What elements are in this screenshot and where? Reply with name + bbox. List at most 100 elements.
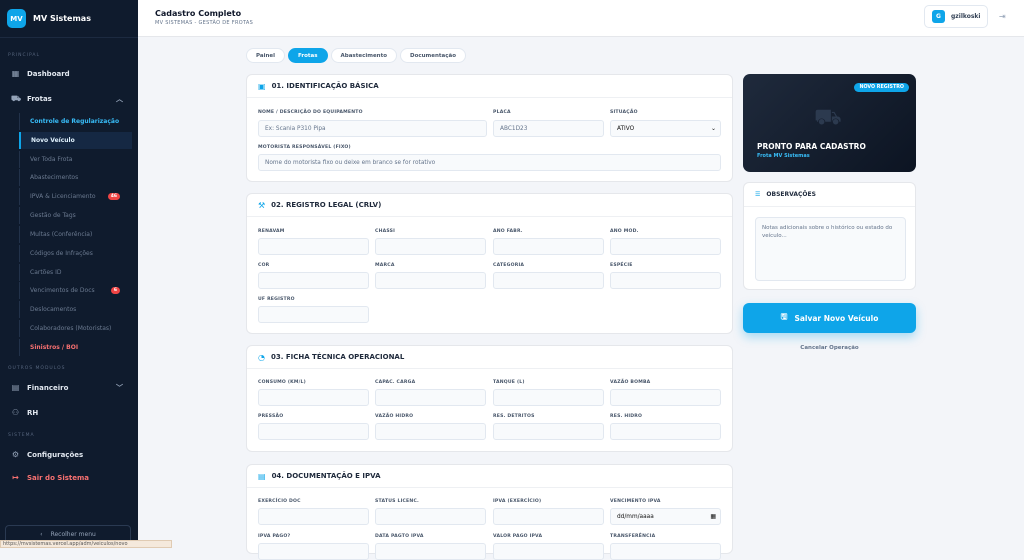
logout-icon[interactable]: ⇥: [999, 12, 1006, 21]
sub-multas[interactable]: Multas (Conferência): [19, 226, 132, 243]
save-vehicle-button[interactable]: 🖫 Salvar Novo Veículo: [743, 303, 916, 333]
list-icon: ☰: [755, 191, 761, 198]
sub-colaboradores[interactable]: Colaboradores (Motoristas): [19, 320, 132, 337]
observacoes-title: OBSERVAÇÕES: [766, 191, 816, 198]
descricao-input[interactable]: Ex: Scania P310 Pipa: [258, 120, 487, 137]
calendar-icon[interactable]: ▦: [710, 513, 716, 520]
sub-ver-toda-frota[interactable]: Ver Toda Frota: [19, 151, 132, 168]
nav-sair[interactable]: ↦ Sair do Sistema: [5, 469, 132, 486]
label-data-pagto-ipva: DATA PAGTO IPVA: [375, 534, 424, 539]
sub-sinistros[interactable]: Sinistros / BOI: [19, 339, 132, 356]
label-capac-carga: CAPAC. CARGA: [375, 380, 416, 385]
nav-frotas-label: Frotas: [27, 94, 52, 103]
ano-fabr-input[interactable]: [493, 238, 604, 255]
card-header: ◔ 03. FICHA TÉCNICA OPERACIONAL: [247, 346, 732, 369]
card-header: ▤ 04. DOCUMENTAÇÃO E IPVA: [247, 465, 732, 488]
logout-icon: ↦: [12, 473, 19, 482]
consumo-input[interactable]: [258, 389, 369, 406]
nav-financeiro[interactable]: ▤ Financeiro ﹀: [5, 379, 132, 396]
tab-frotas[interactable]: Frotas: [288, 48, 328, 63]
label-exercicio-doc: EXERCÍCIO DOC: [258, 499, 301, 504]
placa-input[interactable]: ABC1D23: [493, 120, 604, 137]
tab-abastecimento[interactable]: Abastecimento: [330, 48, 397, 63]
card-identificacao: ▣ 01. IDENTIFICAÇÃO BÁSICA NOME / DESCRIÇ…: [246, 74, 733, 182]
motorista-input[interactable]: Nome do motorista fixo ou deixe em branc…: [258, 154, 721, 171]
card-header: ⚒ 02. REGISTRO LEGAL (CRLV): [247, 194, 732, 217]
label-marca: MARCA: [375, 263, 395, 268]
sub-deslocamentos[interactable]: Deslocamentos: [19, 301, 132, 318]
label-placa: PLACA: [493, 110, 511, 115]
nav-configuracoes[interactable]: ⚙ Configurações: [5, 446, 132, 463]
categoria-input[interactable]: [493, 272, 604, 289]
document-icon: ▤: [258, 471, 266, 481]
tab-bar: Painel Frotas Abastecimento Documentação: [246, 48, 466, 63]
exercicio-doc-input[interactable]: [258, 508, 369, 525]
nav-rh[interactable]: ⚇ RH: [5, 404, 132, 421]
especie-input[interactable]: [610, 272, 721, 289]
label-renavam: RENAVAM: [258, 229, 285, 234]
ipva-exercicio-input[interactable]: [493, 508, 604, 525]
sub-novo-veiculo[interactable]: Novo Veículo: [19, 132, 132, 149]
observacoes-textarea[interactable]: Notas adicionais sobre o histórico ou es…: [755, 217, 906, 281]
label-categoria: CATEGORIA: [493, 263, 525, 268]
cor-input[interactable]: [258, 272, 369, 289]
tanque-input[interactable]: [493, 389, 604, 406]
data-pagto-ipva-input[interactable]: [375, 543, 486, 560]
uf-registro-input[interactable]: [258, 306, 369, 323]
marca-input[interactable]: [375, 272, 486, 289]
section-label-principal: PRINCIPAL: [8, 53, 41, 58]
users-icon: ⚇: [11, 408, 20, 417]
user-menu[interactable]: G gzilkoski: [924, 5, 988, 28]
label-especie: ESPÉCIE: [610, 263, 633, 268]
sub-vencimentos-docs[interactable]: Vencimentos de Docs 6: [19, 282, 132, 299]
hero-title: PRONTO PARA CADASTRO: [757, 142, 866, 151]
vazao-bomba-input[interactable]: [610, 389, 721, 406]
nav-dashboard[interactable]: ▦ Dashboard: [5, 65, 132, 82]
situacao-select[interactable]: ATIVO ⌄: [610, 120, 721, 137]
sub-ipva-licenciamento[interactable]: IPVA & Licenciamento 46: [19, 188, 132, 205]
chevron-left-icon: ‹: [40, 531, 43, 538]
capac-carga-input[interactable]: [375, 389, 486, 406]
sub-codigos-infracoes[interactable]: Códigos de Infrações: [19, 245, 132, 262]
gauge-icon: ◔: [258, 352, 265, 362]
section-label-outros: OUTROS MÓDULOS: [8, 366, 66, 371]
valor-pago-ipva-input[interactable]: [493, 543, 604, 560]
ipva-pago-input[interactable]: [258, 543, 369, 560]
user-name: gzilkoski: [951, 13, 981, 20]
res-hidro-input[interactable]: [610, 423, 721, 440]
label-vencimento-ipva: VENCIMENTO IPVA: [610, 499, 661, 504]
renavam-input[interactable]: [258, 238, 369, 255]
chassi-input[interactable]: [375, 238, 486, 255]
tab-painel[interactable]: Painel: [246, 48, 286, 63]
save-label: Salvar Novo Veículo: [794, 313, 879, 323]
section-title: 04. DOCUMENTAÇÃO E IPVA: [271, 472, 381, 480]
nav-config-label: Configurações: [27, 450, 84, 459]
hero-subtitle: Frota MV Sistemas: [757, 153, 810, 159]
label-chassi: CHASSI: [375, 229, 396, 234]
sub-controle-regularizacao[interactable]: Controle de Regularização: [19, 113, 132, 130]
status-licenc-input[interactable]: [375, 508, 486, 525]
grid-icon: ▦: [11, 69, 20, 78]
pressao-input[interactable]: [258, 423, 369, 440]
section-label-sistema: SISTEMA: [8, 433, 35, 438]
label-vazao-hidro: VAZÃO HIDRO: [375, 414, 414, 419]
sub-gestao-tags[interactable]: Gestão de Tags: [19, 207, 132, 224]
transferencia-input[interactable]: [610, 543, 721, 560]
sub-abastecimentos[interactable]: Abastecimentos: [19, 169, 132, 186]
brand[interactable]: MV MV Sistemas: [0, 0, 138, 38]
vazao-hidro-input[interactable]: [375, 423, 486, 440]
label-status-licenc: STATUS LICENC.: [375, 499, 419, 504]
sub-cartoes-id[interactable]: Cartões ID: [19, 264, 132, 281]
nav-frotas[interactable]: ⛟ Frotas ︿: [5, 90, 132, 107]
label-situacao: SITUAÇÃO: [610, 110, 638, 115]
label-res-hidro: RES. HIDRO: [610, 414, 643, 419]
res-detritos-input[interactable]: [493, 423, 604, 440]
cancel-button[interactable]: Cancelar Operação: [743, 345, 916, 351]
wallet-icon: ▤: [11, 383, 20, 392]
vencimento-ipva-date[interactable]: dd/mm/aaaa ▦: [610, 508, 721, 525]
tab-documentacao[interactable]: Documentação: [400, 48, 466, 63]
sub-ipva-label: IPVA & Licenciamento: [30, 193, 96, 200]
date-placeholder: dd/mm/aaaa: [617, 513, 654, 520]
ano-mod-input[interactable]: [610, 238, 721, 255]
label-ano-fabr: ANO FABR.: [493, 229, 523, 234]
